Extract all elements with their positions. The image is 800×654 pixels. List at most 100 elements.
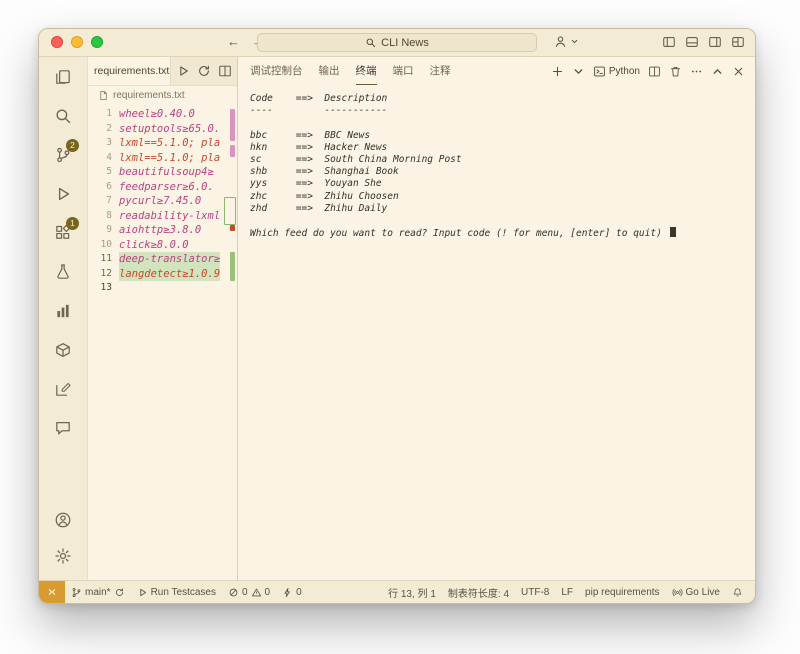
activity-testing[interactable] bbox=[39, 252, 87, 291]
new-terminal-icon[interactable] bbox=[551, 65, 564, 78]
editor-line[interactable]: 8readability-lxml bbox=[88, 209, 237, 224]
indentation-indicator[interactable]: 制表符长度: 4 bbox=[442, 585, 515, 600]
broadcast-icon bbox=[672, 587, 683, 598]
code-text: aiohttp≥3.8.0 bbox=[119, 223, 201, 238]
activity-container[interactable] bbox=[39, 330, 87, 369]
problems-indicator[interactable]: 0 0 bbox=[222, 587, 276, 598]
maximize-panel-icon[interactable] bbox=[711, 65, 724, 78]
activity-chart[interactable] bbox=[39, 291, 87, 330]
person-icon bbox=[553, 34, 568, 49]
terminal-profile[interactable]: Python bbox=[593, 65, 640, 78]
tab-requirements-txt[interactable]: requirements.txt bbox=[88, 57, 171, 85]
ports-indicator[interactable]: 0 bbox=[276, 587, 308, 598]
code-text: click≥8.0.0 bbox=[119, 238, 189, 253]
activity-chat[interactable] bbox=[39, 408, 87, 447]
split-terminal-icon[interactable] bbox=[648, 65, 661, 78]
editor-line[interactable]: 11deep-translator≥ bbox=[88, 252, 237, 267]
terminal-prompt-line[interactable]: Which feed do you want to read? Input co… bbox=[250, 227, 745, 239]
warning-count: 0 bbox=[265, 587, 271, 598]
run-testcases-button[interactable]: Run Testcases bbox=[131, 587, 222, 598]
activity-bottom bbox=[39, 502, 87, 580]
terminal-line: Code ==> Description bbox=[250, 93, 745, 105]
panel-header: 调试控制台输出终端端口注释 Python bbox=[238, 57, 755, 85]
extensions-badge: 1 bbox=[66, 217, 79, 230]
terminal-dropdown-icon[interactable] bbox=[572, 65, 585, 78]
editor-line[interactable]: 7pycurl≥7.45.0 bbox=[88, 194, 237, 209]
command-center-search[interactable]: CLI News bbox=[257, 33, 537, 52]
line-number: 13 bbox=[88, 281, 119, 296]
terminal-profile-label: Python bbox=[609, 66, 640, 77]
eol-indicator[interactable]: LF bbox=[555, 587, 579, 598]
split-editor-icon[interactable] bbox=[218, 64, 232, 78]
run-file-icon[interactable] bbox=[176, 64, 190, 78]
panel-tab[interactable]: 注释 bbox=[430, 57, 451, 85]
cursor-position[interactable]: 行 13, 列 1 bbox=[382, 585, 442, 600]
editor-line[interactable]: 6feedparser≥6.0. bbox=[88, 180, 237, 195]
activity-run-debug[interactable] bbox=[39, 174, 87, 213]
language-mode[interactable]: pip requirements bbox=[579, 587, 665, 598]
editor-line[interactable]: 13 bbox=[88, 281, 237, 296]
activity-source-control[interactable]: 2 bbox=[39, 135, 87, 174]
editor-line[interactable]: 2setuptools≥65.0. bbox=[88, 122, 237, 137]
eol-label: LF bbox=[561, 587, 573, 598]
toggle-panel-icon[interactable] bbox=[685, 35, 699, 49]
toggle-sidebar-icon[interactable] bbox=[662, 35, 676, 49]
back-button[interactable]: ← bbox=[227, 34, 240, 49]
encoding-indicator[interactable]: UTF-8 bbox=[515, 587, 555, 598]
source-control-badge: 2 bbox=[66, 139, 79, 152]
titlebar[interactable]: ← → CLI News bbox=[39, 29, 755, 57]
activity-search[interactable] bbox=[39, 96, 87, 135]
panel-more-icon[interactable] bbox=[690, 65, 703, 78]
panel-tab[interactable]: 调试控制台 bbox=[250, 57, 303, 85]
kill-terminal-icon[interactable] bbox=[669, 65, 682, 78]
terminal-line: zhc ==> Zhihu Choosen bbox=[250, 191, 745, 203]
go-live-button[interactable]: Go Live bbox=[666, 587, 726, 598]
files-icon bbox=[54, 68, 72, 86]
editor-line[interactable]: 3lxml==5.1.0; pla bbox=[88, 136, 237, 151]
play-icon bbox=[137, 587, 148, 598]
remote-icon bbox=[46, 586, 58, 598]
account-button[interactable] bbox=[39, 502, 87, 538]
branch-indicator[interactable]: main* bbox=[65, 587, 131, 598]
line-number: 8 bbox=[88, 209, 119, 224]
editor-line[interactable]: 9aiohttp≥3.8.0 bbox=[88, 223, 237, 238]
rerun-icon[interactable] bbox=[197, 64, 211, 78]
remote-indicator[interactable] bbox=[39, 581, 65, 603]
editor-line[interactable]: 12langdetect≥1.0.9 bbox=[88, 267, 237, 282]
activity-edit-session[interactable] bbox=[39, 369, 87, 408]
layout-controls bbox=[662, 35, 745, 49]
notifications-button[interactable] bbox=[726, 587, 749, 598]
code-text: lxml==5.1.0; pla bbox=[119, 136, 220, 151]
terminal-line: ---- ----------- bbox=[250, 105, 745, 117]
breadcrumb[interactable]: requirements.txt bbox=[88, 86, 237, 105]
editor[interactable]: 1wheel≥0.40.02setuptools≥65.0.3lxml==5.1… bbox=[88, 105, 237, 580]
terminal[interactable]: Code ==> Description---- -----------bbc … bbox=[238, 85, 755, 580]
breadcrumb-file: requirements.txt bbox=[113, 90, 185, 101]
warning-icon bbox=[251, 587, 262, 598]
line-number: 6 bbox=[88, 180, 119, 195]
zoom-window-button[interactable] bbox=[91, 36, 103, 48]
line-col-label: 行 13, 列 1 bbox=[388, 585, 436, 600]
minimize-window-button[interactable] bbox=[71, 36, 83, 48]
toggle-secondary-sidebar-icon[interactable] bbox=[708, 35, 722, 49]
account-menu[interactable] bbox=[553, 34, 579, 49]
terminal-line: sc ==> South China Morning Post bbox=[250, 154, 745, 166]
editor-line[interactable]: 1wheel≥0.40.0 bbox=[88, 107, 237, 122]
editor-line[interactable]: 10click≥8.0.0 bbox=[88, 238, 237, 253]
panel-tab[interactable]: 端口 bbox=[393, 57, 414, 85]
editor-line[interactable]: 4lxml==5.1.0; pla bbox=[88, 151, 237, 166]
close-window-button[interactable] bbox=[51, 36, 63, 48]
customize-layout-icon[interactable] bbox=[731, 35, 745, 49]
editor-line[interactable]: 5beautifulsoup4≥ bbox=[88, 165, 237, 180]
overview-slider[interactable] bbox=[224, 197, 236, 225]
activity-explorer[interactable] bbox=[39, 57, 87, 96]
line-number: 4 bbox=[88, 151, 119, 166]
activity-extensions[interactable]: 1 bbox=[39, 213, 87, 252]
panel-tab[interactable]: 输出 bbox=[319, 57, 340, 85]
settings-button[interactable] bbox=[39, 538, 87, 574]
code-text: langdetect≥1.0.9 bbox=[119, 267, 220, 282]
panel-tab[interactable]: 终端 bbox=[356, 57, 377, 85]
close-panel-icon[interactable] bbox=[732, 65, 745, 78]
search-icon bbox=[54, 107, 72, 125]
overview-mark bbox=[230, 145, 235, 157]
